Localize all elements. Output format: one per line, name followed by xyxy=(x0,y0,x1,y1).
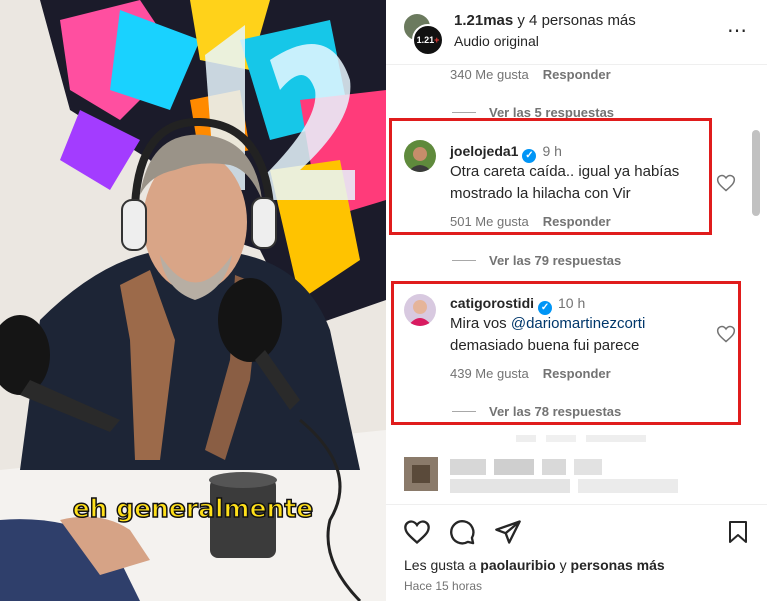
avatar[interactable] xyxy=(404,140,436,172)
like-heart-icon[interactable] xyxy=(716,173,736,193)
avatar-image xyxy=(404,294,436,326)
likes-connector: y xyxy=(555,557,571,573)
avatar[interactable] xyxy=(404,294,436,326)
comment-time[interactable]: 10 h xyxy=(558,295,585,311)
comment-text: Otra careta caída.. igual ya habías most… xyxy=(450,163,680,202)
post-header: 1.21+ 1.21mas y 4 personas más Audio ori… xyxy=(386,0,767,65)
post-authors[interactable]: 1.21mas y 4 personas más xyxy=(454,12,636,29)
avatar-image xyxy=(404,140,436,172)
comment-meta: 501 Me gusta Responder xyxy=(450,214,611,229)
likes-prefix: Les gusta a xyxy=(404,557,481,573)
comment-meta: 340 Me gusta Responder xyxy=(450,67,611,82)
replies-line xyxy=(452,411,476,412)
reply-button[interactable]: Responder xyxy=(543,366,611,381)
blurred-text xyxy=(516,432,676,450)
more-options-icon[interactable]: ⋯ xyxy=(727,18,748,43)
replies-line xyxy=(452,260,476,261)
likes-others[interactable]: personas más xyxy=(571,557,665,573)
comment-meta: 439 Me gusta Responder xyxy=(450,366,611,381)
post-timestamp[interactable]: Hace 15 horas xyxy=(404,579,482,593)
comment-username[interactable]: joelojeda1 xyxy=(450,143,518,159)
blurred-comment xyxy=(404,455,724,508)
liker-username[interactable]: paolauribio xyxy=(480,557,555,573)
view-replies-button[interactable]: Ver las 78 respuestas xyxy=(489,404,621,419)
author-others[interactable]: y 4 personas más xyxy=(513,12,635,29)
collab-avatars[interactable]: 1.21+ xyxy=(402,12,444,56)
likes-summary[interactable]: Les gusta a paolauribio y personas más xyxy=(404,557,665,573)
save-icon[interactable] xyxy=(726,518,750,546)
comment-author[interactable]: joelojeda1 ✓ 9 h xyxy=(450,143,562,163)
comment-text-start: Mira vos xyxy=(450,315,511,332)
comment-text: Mira vos @dariomartinezcorti demasiado bu… xyxy=(450,313,710,357)
avatar: 1.21+ xyxy=(412,24,444,56)
video-subtitle: eh generalmente xyxy=(72,493,314,524)
scrollbar[interactable] xyxy=(752,130,760,216)
reply-button[interactable]: Responder xyxy=(543,214,611,229)
comment-likes[interactable]: 340 Me gusta xyxy=(450,67,529,82)
like-heart-icon[interactable] xyxy=(716,324,736,344)
view-replies-button[interactable]: Ver las 79 respuestas xyxy=(489,253,621,268)
comment-username[interactable]: catigorostidi xyxy=(450,295,534,311)
comment-time[interactable]: 9 h xyxy=(542,143,561,159)
comments-panel: 1.21+ 1.21mas y 4 personas más Audio ori… xyxy=(386,0,767,601)
comment-author[interactable]: catigorostidi ✓ 10 h xyxy=(450,295,585,315)
video-player[interactable]: eh generalmente xyxy=(0,0,386,601)
like-icon[interactable] xyxy=(402,518,432,546)
reply-button[interactable]: Responder xyxy=(543,67,611,82)
author-username[interactable]: 1.21mas xyxy=(454,12,513,29)
comment-icon[interactable] xyxy=(448,518,476,546)
divider xyxy=(386,504,767,505)
mention-link[interactable]: @dariomartinezcorti xyxy=(511,315,645,332)
comment-text-end: demasiado buena fui parece xyxy=(450,337,640,354)
replies-line xyxy=(452,112,476,113)
share-icon[interactable] xyxy=(494,518,522,546)
comment-likes[interactable]: 501 Me gusta xyxy=(450,214,529,229)
audio-label[interactable]: Audio original xyxy=(454,33,539,49)
comment-likes[interactable]: 439 Me gusta xyxy=(450,366,529,381)
